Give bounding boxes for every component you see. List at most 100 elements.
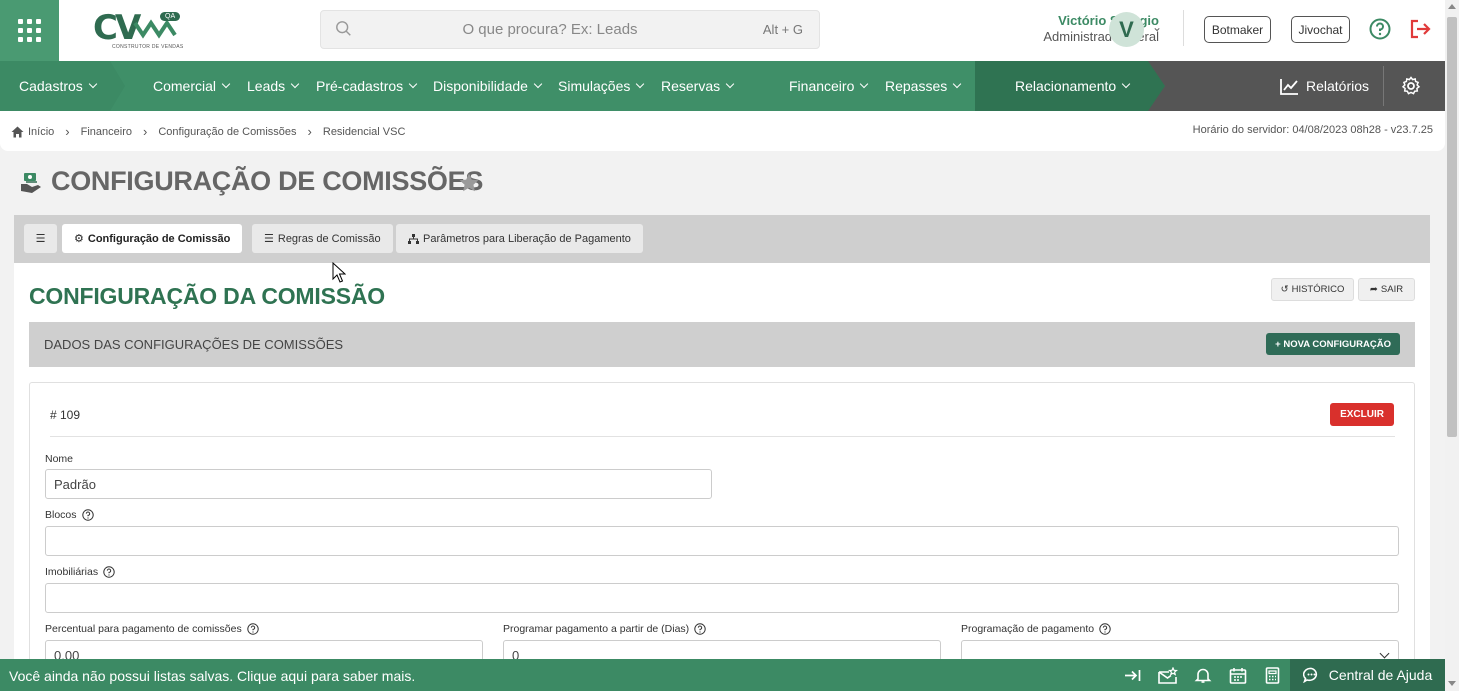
gear-icon[interactable] — [1401, 76, 1421, 96]
help-icon[interactable] — [1369, 18, 1391, 40]
delete-button[interactable]: EXCLUIR — [1330, 403, 1394, 426]
sitemap-icon — [408, 233, 419, 244]
divider — [1383, 66, 1384, 106]
chevron-down-icon — [290, 79, 300, 89]
nav-label: Comercial — [153, 78, 217, 94]
nav-label: Disponibilidade — [433, 78, 528, 94]
logout-icon[interactable] — [1408, 18, 1432, 40]
new-config-button[interactable]: + NOVA CONFIGURAÇÃO — [1266, 333, 1400, 355]
global-search[interactable]: Alt + G — [320, 10, 820, 49]
star-icon[interactable] — [458, 172, 480, 194]
scroll-up-arrow[interactable] — [1448, 4, 1456, 9]
nav-item-disponibilidade[interactable]: Disponibilidade — [433, 61, 543, 111]
nav-item-simulacoes[interactable]: Simulações — [558, 61, 645, 111]
nav-label: Pré-cadastros — [316, 78, 404, 94]
avatar[interactable]: V — [1109, 12, 1144, 47]
nome-input[interactable] — [45, 469, 712, 499]
question-icon[interactable] — [103, 566, 115, 578]
grid-icon — [18, 19, 41, 42]
calculator-icon[interactable] — [1265, 667, 1280, 684]
programar-label: Programar pagamento a partir de (Dias) — [503, 623, 706, 635]
nome-label: Nome — [45, 453, 73, 465]
logo-subtitle: CONSTRUTOR DE VENDAS — [112, 43, 184, 50]
nav-label: Reservas — [661, 78, 721, 94]
jivochat-button[interactable]: Jivochat — [1291, 16, 1350, 43]
exit-button[interactable]: ➦ SAIR — [1358, 278, 1415, 301]
breadcrumb-item[interactable]: Financeiro — [81, 126, 132, 138]
tab-label: Configuração de Comissão — [87, 232, 231, 245]
bell-icon[interactable] — [1194, 667, 1212, 684]
page-title: CONFIGURAÇÃO DE COMISSÕES — [51, 166, 484, 196]
botmaker-button[interactable]: Botmaker — [1204, 16, 1271, 43]
chevron-down-icon — [408, 79, 418, 89]
breadcrumb-item: Residencial VSC — [322, 125, 406, 138]
scroll-thumb[interactable] — [1447, 17, 1457, 437]
money-hand-icon — [21, 173, 41, 193]
logo-wave-icon — [133, 18, 177, 39]
chevron-down-icon — [88, 79, 98, 89]
tab-configuracao-comissao[interactable]: ⚙ Configuração de Comissão — [62, 224, 243, 253]
button-label: HISTÓRICO — [1291, 284, 1345, 295]
logo[interactable]: CV QA CONSTRUTOR DE VENDAS — [93, 11, 185, 51]
nav-label: Relacionamento — [1015, 78, 1117, 94]
chevron-right-icon: › — [143, 124, 148, 139]
nav-label: Repasses — [885, 78, 948, 94]
chevron-down-icon — [725, 79, 735, 89]
mouse-cursor-icon — [332, 262, 346, 283]
nav-item-leads[interactable]: Leads — [247, 61, 300, 111]
help-center-label: Central de Ajuda — [1328, 667, 1433, 683]
blocos-input[interactable] — [45, 526, 1399, 556]
tab-label: Regras de Comissão — [277, 232, 381, 245]
blocos-label: Blocos — [45, 509, 94, 521]
nav-item-pre-cadastros[interactable]: Pré-cadastros — [316, 61, 418, 111]
nav-item-comercial[interactable]: Comercial — [153, 61, 231, 111]
history-icon: ↺ — [1280, 284, 1289, 295]
tab-bar: ☰ ⚙ Configuração de Comissão ☰ Regras de… — [14, 215, 1430, 263]
question-icon[interactable] — [247, 623, 259, 635]
label-text: Nome — [45, 453, 74, 465]
nav-item-relatorios[interactable]: Relatórios — [1280, 61, 1369, 111]
chevron-down-icon — [860, 79, 869, 89]
chart-line-icon — [1280, 78, 1298, 95]
search-shortcut: Alt + G — [762, 22, 803, 37]
page-scrollbar[interactable] — [1445, 0, 1459, 691]
percentual-label: Percentual para pagamento de comissões — [45, 623, 259, 635]
nav-label: Financeiro — [789, 78, 855, 94]
chevron-down-icon[interactable]: ⌄ — [1152, 20, 1162, 34]
history-button[interactable]: ↺ HISTÓRICO — [1271, 278, 1354, 301]
footer-bar: Você ainda não possui listas salvas. Cli… — [0, 659, 1445, 691]
tabs-menu-button[interactable]: ☰ — [24, 224, 57, 253]
chevron-down-icon — [1121, 79, 1131, 89]
collapse-right-icon[interactable] — [1124, 667, 1142, 684]
saved-lists-message[interactable]: Você ainda não possui listas salvas. Cli… — [9, 668, 415, 684]
label-text: Programar pagamento a partir de (Dias) — [503, 623, 690, 635]
server-time: Horário do servidor: 04/08/2023 08h28 - … — [1192, 124, 1433, 136]
calendar-icon[interactable] — [1229, 667, 1247, 684]
breadcrumb-item[interactable]: Início — [28, 126, 54, 138]
label-text: Percentual para pagamento de comissões — [45, 623, 242, 635]
chevron-right-icon: › — [65, 124, 70, 139]
section-title: CONFIGURAÇÃO DA COMISSÃO — [29, 283, 385, 309]
question-icon[interactable] — [1099, 623, 1111, 635]
search-input[interactable] — [321, 11, 819, 48]
nav-item-relacionamento[interactable]: Relacionamento — [1015, 61, 1131, 111]
nav-item-reservas[interactable]: Reservas — [661, 61, 735, 111]
subheader-title: DADOS DAS CONFIGURAÇÕES DE COMISSÕES — [44, 337, 344, 352]
question-icon[interactable] — [81, 509, 94, 521]
question-icon[interactable] — [694, 623, 706, 635]
help-center-button[interactable]: Central de Ajuda — [1290, 659, 1445, 691]
nav-item-financeiro[interactable]: Financeiro — [789, 61, 869, 111]
tab-parametros-liberacao[interactable]: Parâmetros para Liberação de Pagamento — [396, 224, 643, 253]
breadcrumb: Início › Financeiro › Configuração de Co… — [11, 124, 405, 139]
apps-menu-button[interactable] — [0, 0, 59, 61]
config-card: # 109 EXCLUIR Nome Blocos Imobiliárias P… — [29, 382, 1415, 682]
breadcrumb-item[interactable]: Configuração de Comissões — [158, 126, 296, 138]
chat-bubble-icon — [1302, 667, 1317, 683]
imobiliarias-label: Imobiliárias — [45, 566, 115, 578]
scroll-down-arrow[interactable] — [1448, 681, 1456, 686]
nav-item-repasses[interactable]: Repasses — [885, 61, 962, 111]
mail-star-icon[interactable] — [1158, 667, 1178, 684]
imobiliarias-input[interactable] — [45, 583, 1399, 613]
tab-regras-comissao[interactable]: ☰ Regras de Comissão — [252, 224, 393, 253]
nav-item-cadastros[interactable]: Cadastros — [19, 61, 98, 111]
